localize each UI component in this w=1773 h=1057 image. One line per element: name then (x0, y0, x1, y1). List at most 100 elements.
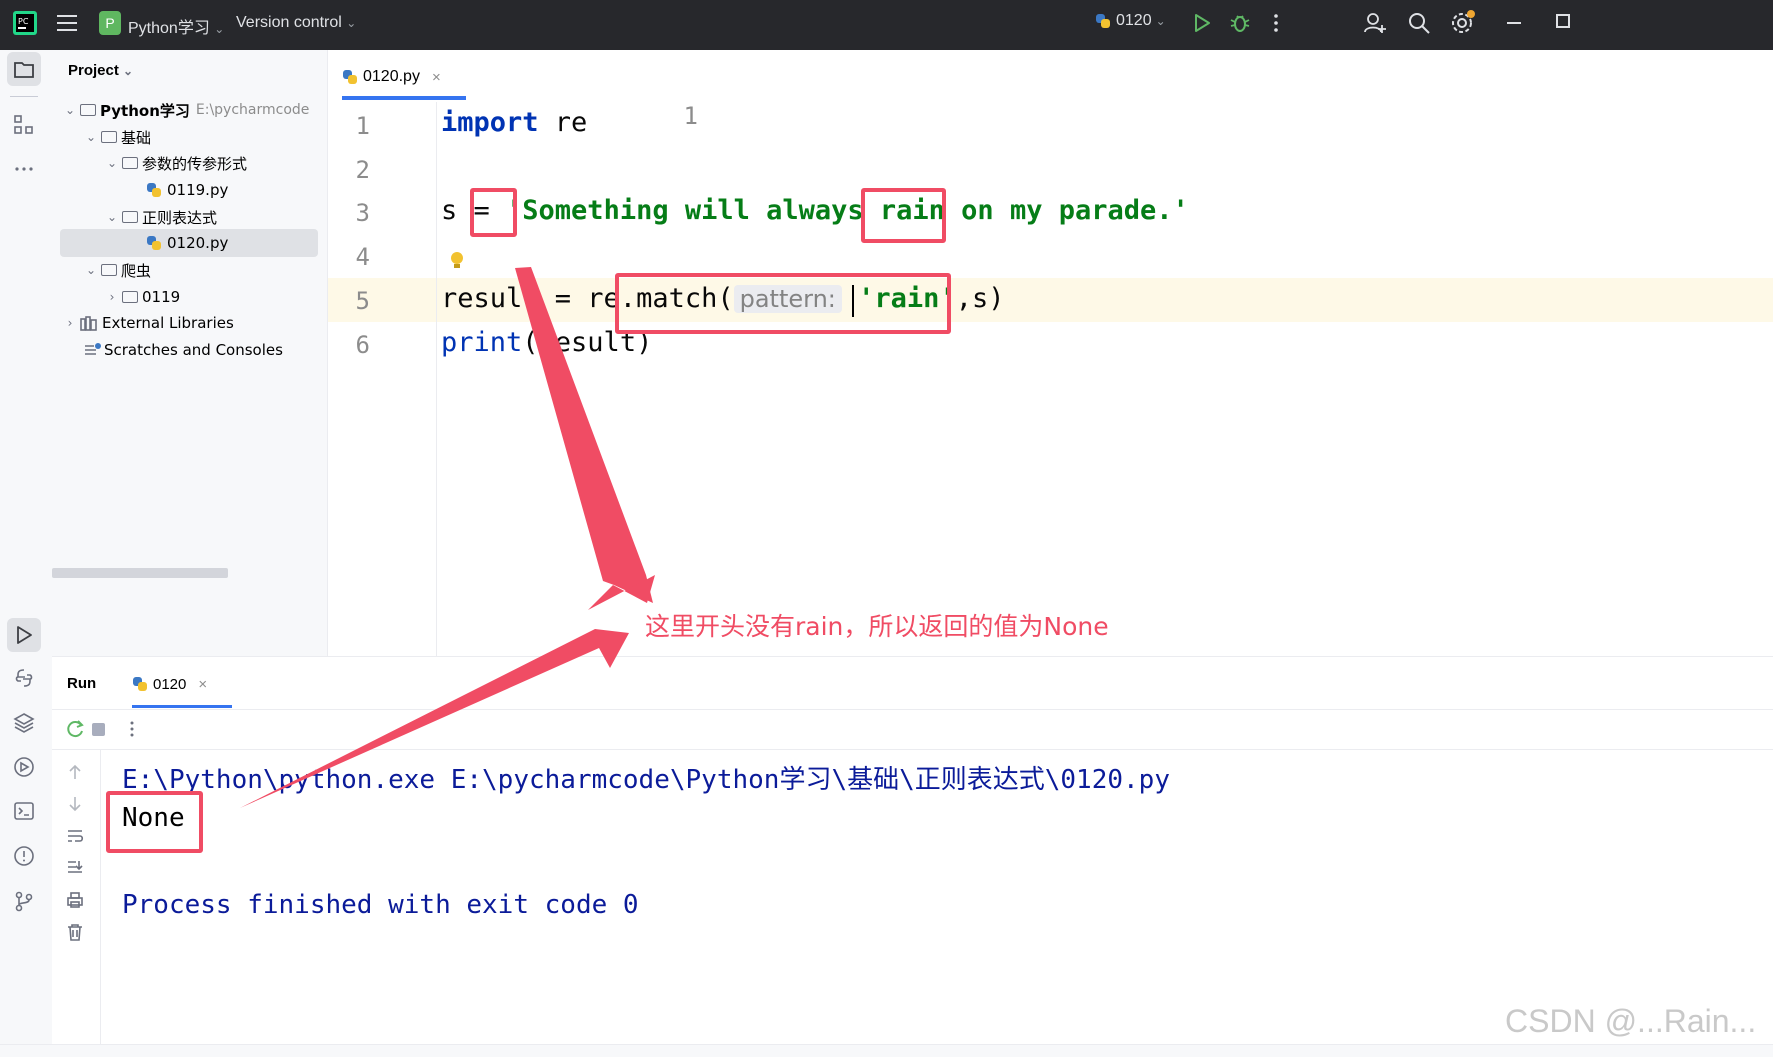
folder-icon (122, 291, 138, 303)
python-console-icon[interactable] (13, 667, 35, 689)
library-icon (80, 316, 97, 331)
debug-icon[interactable] (1229, 12, 1251, 34)
run-tool-button[interactable] (7, 618, 41, 652)
python-file-icon (342, 69, 358, 85)
search-icon[interactable] (1407, 11, 1431, 35)
line-number-6: 6 (355, 331, 370, 359)
pycharm-logo-icon[interactable]: PC (13, 11, 37, 35)
console-command-line: E:\Python\python.exe E:\pycharmcode\Pyth… (122, 765, 1170, 795)
chevron-down-icon: ⌄ (106, 156, 118, 170)
python-packages-icon[interactable] (13, 712, 35, 734)
tree-item-params[interactable]: ⌄ 参数的传参形式 (104, 149, 247, 177)
tree-item-jichu[interactable]: ⌄ 基础 (83, 123, 151, 151)
trash-icon[interactable] (66, 923, 84, 941)
run-panel-title: Run (67, 675, 97, 692)
editor-tab-label: 0120.py (363, 68, 420, 85)
run-config-selector[interactable]: 0120 ⌄ (1095, 12, 1166, 30)
python-file-icon (146, 235, 162, 251)
code-line-1: import re (441, 107, 587, 138)
annotation-box-equals (470, 188, 517, 237)
minimize-icon[interactable] (1507, 22, 1521, 24)
project-panel-header[interactable]: Project ⌄ (68, 62, 133, 79)
horizontal-scrollbar[interactable] (52, 568, 228, 578)
folder-icon (80, 104, 96, 116)
tree-item-0119-folder[interactable]: › 0119 (104, 283, 181, 311)
scroll-to-end-icon[interactable] (66, 859, 84, 877)
python-file-icon (146, 182, 162, 198)
add-user-icon[interactable] (1363, 11, 1387, 35)
soft-wrap-icon[interactable] (66, 827, 84, 845)
run-panel: Run 0120 × (52, 656, 1773, 1057)
annotation-box-none-output (106, 791, 203, 853)
annotation-box-rain (861, 188, 946, 243)
more-tools-icon[interactable] (13, 158, 35, 180)
code-editor[interactable]: 1 (328, 102, 1773, 656)
rerun-icon[interactable] (66, 719, 86, 739)
run-tool-icon (17, 626, 32, 644)
tree-item-external-libraries[interactable]: › External Libraries (62, 309, 234, 337)
terminal-icon[interactable] (13, 800, 35, 822)
lightbulb-icon[interactable] (449, 250, 465, 272)
services-icon[interactable] (13, 756, 35, 778)
console-exit-message: Process finished with exit code 0 (122, 890, 639, 920)
stop-icon[interactable] (92, 723, 105, 736)
maximize-icon[interactable] (1556, 14, 1570, 28)
chevron-down-icon: ⌄ (214, 22, 225, 36)
code-text: re (538, 107, 588, 138)
tool-window-strip (0, 50, 53, 1056)
structure-icon[interactable] (13, 114, 35, 136)
chevron-down-icon: ⌄ (85, 130, 97, 144)
more-actions-icon[interactable] (1268, 12, 1284, 34)
run-tab-label: 0120 (153, 675, 187, 693)
tree-item-label: Scratches and Consoles (104, 341, 283, 359)
string-literal: 'Something will always rain on my parade… (506, 195, 1189, 226)
tree-item-0120-py[interactable]: 0120.py (146, 229, 228, 257)
print-icon[interactable] (66, 891, 84, 909)
up-arrow-icon[interactable] (66, 763, 84, 781)
chevron-right-icon: › (109, 290, 115, 304)
tree-item-root[interactable]: ⌄ Python学习 E:\pycharmcode (62, 96, 309, 124)
watermark: CSDN @...Rain... (1505, 1003, 1757, 1039)
editor-tab-0120[interactable]: 0120.py × (342, 62, 441, 92)
editor-tab-bar: 0120.py × (328, 50, 1773, 103)
project-panel-title: Project (68, 62, 119, 79)
code-line-3: s = 'Something will always rain on my pa… (441, 195, 1189, 226)
run-icon[interactable] (1192, 13, 1212, 33)
chevron-down-icon: ⌄ (64, 103, 76, 117)
folder-icon (101, 264, 117, 276)
tree-item-scratches[interactable]: Scratches and Consoles (84, 336, 283, 364)
down-arrow-icon[interactable] (66, 795, 84, 813)
folder-icon (122, 211, 138, 223)
close-tab-icon[interactable]: × (432, 69, 441, 86)
python-icon (1095, 13, 1111, 29)
chevron-down-icon: ⌄ (1155, 14, 1166, 28)
more-options-icon[interactable] (126, 719, 138, 739)
folder-icon (14, 62, 34, 78)
active-run-tab-indicator (132, 705, 232, 708)
chevron-right-icon: › (67, 316, 73, 330)
tree-item-label: 0120.py (167, 234, 229, 252)
project-name: Python学习 (128, 20, 210, 37)
vcs-menu[interactable]: Version control ⌄ (236, 14, 356, 32)
tree-item-crawler[interactable]: ⌄ 爬虫 (83, 256, 151, 284)
tree-item-0119-py[interactable]: 0119.py (146, 176, 228, 204)
close-tab-icon[interactable]: × (198, 676, 207, 693)
svg-text:PC: PC (18, 17, 29, 26)
main-menu-icon[interactable] (57, 14, 77, 32)
folder-icon (101, 131, 117, 143)
tree-item-label: Python学习 (100, 101, 190, 120)
tree-item-label: External Libraries (102, 314, 234, 332)
problems-icon[interactable] (13, 845, 35, 867)
chevron-down-icon: ⌄ (106, 210, 118, 224)
run-tab-0120[interactable]: 0120 × (132, 671, 207, 697)
settings-gear-icon[interactable] (1450, 10, 1476, 36)
project-badge[interactable]: P (99, 11, 121, 35)
status-bar (0, 1044, 1773, 1057)
git-branch-icon[interactable] (13, 890, 35, 912)
tree-item-regex[interactable]: ⌄ 正则表达式 (104, 203, 217, 231)
scratches-icon (85, 343, 101, 355)
active-tab-indicator (342, 96, 466, 100)
project-tool-button[interactable] (7, 52, 41, 86)
tree-item-label: 爬虫 (121, 261, 152, 280)
project-selector[interactable]: Python学习 ⌄ (128, 14, 224, 38)
